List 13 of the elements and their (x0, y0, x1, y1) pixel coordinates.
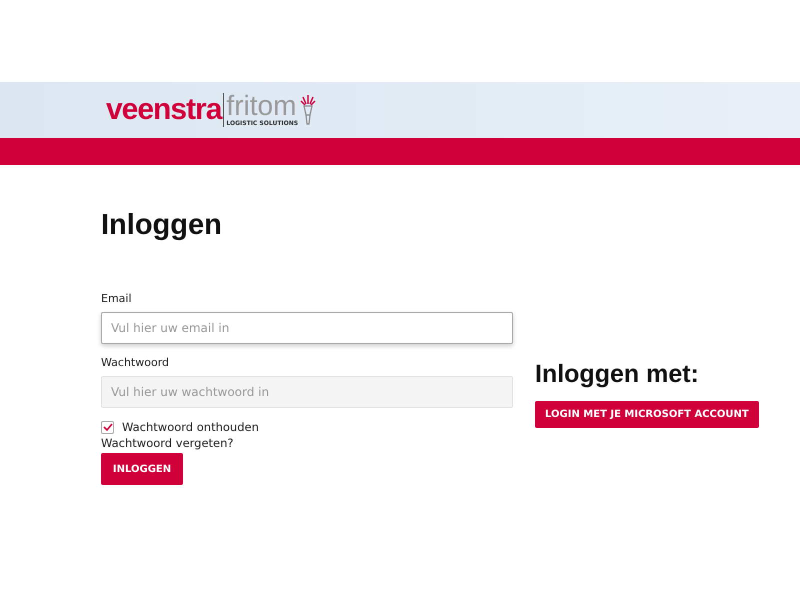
field-label: Email (101, 292, 133, 305)
input-field[interactable]: Vul hier uw email in (101, 312, 513, 344)
logo-partner-name: fritom (226, 93, 296, 120)
microsoft-login-button[interactable]: LOGIN MET JE MICROSOFT ACCOUNT (535, 401, 759, 428)
forgot-password-link[interactable]: Wachtwoord vergeten? (101, 436, 513, 450)
page-title: Inloggen (101, 209, 223, 242)
torch-icon (300, 95, 316, 125)
checkbox-label[interactable]: Wachtwoord onthouden (122, 420, 259, 434)
logo-wordmark: veenstra (106, 95, 222, 125)
field-label: Wachtwoord (101, 356, 170, 369)
section-title: Inloggen met: (535, 360, 700, 389)
checkbox[interactable] (101, 420, 114, 434)
login-button[interactable]: INLOGGEN (101, 453, 183, 485)
